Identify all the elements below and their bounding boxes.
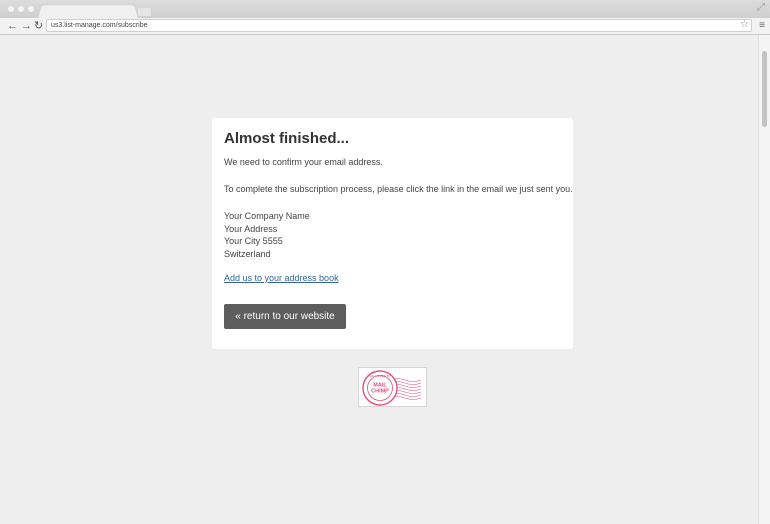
- browser-menu-icon[interactable]: ≡: [759, 20, 765, 32]
- confirm-message: We need to confirm your email address.: [224, 157, 383, 167]
- fullscreen-icon[interactable]: ⤢: [757, 3, 765, 13]
- mailchimp-stamp-icon: MAIL CHIMP DELIVERED BY: [362, 370, 422, 406]
- close-window-icon[interactable]: [8, 6, 14, 12]
- confirmation-card: Almost finished... We need to confirm yo…: [212, 118, 573, 349]
- reload-icon[interactable]: ↻: [34, 19, 43, 33]
- maximize-window-icon[interactable]: [28, 6, 34, 12]
- url-text[interactable]: us3.list-manage.com/subscribe: [51, 20, 148, 31]
- address-line: Your Address: [224, 223, 278, 234]
- company-address: Your Company Name Your Address Your City…: [224, 210, 310, 260]
- page-scrollbar[interactable]: [758, 35, 770, 524]
- return-to-website-button[interactable]: « return to our website: [224, 304, 346, 329]
- page-title: Almost finished...: [224, 130, 350, 147]
- browser-titlebar: ⤢: [0, 0, 770, 19]
- new-tab-button[interactable]: [138, 8, 151, 16]
- scrollbar-thumb[interactable]: [762, 51, 767, 127]
- browser-tab[interactable]: [38, 5, 138, 19]
- forward-arrow-icon[interactable]: →: [21, 19, 32, 33]
- address-line: Your Company Name: [224, 211, 310, 221]
- address-book-link[interactable]: Add us to your address book: [224, 272, 339, 284]
- back-arrow-icon[interactable]: ←: [7, 19, 18, 33]
- address-bar[interactable]: us3.list-manage.com/subscribe ☆: [46, 19, 752, 32]
- address-line: Your City 5555: [224, 236, 283, 246]
- minimize-window-icon[interactable]: [18, 6, 24, 12]
- bookmark-star-icon[interactable]: ☆: [740, 19, 749, 31]
- mailchimp-badge[interactable]: MAIL CHIMP DELIVERED BY: [358, 367, 427, 407]
- instructions-message: To complete the subscription process, pl…: [224, 184, 573, 194]
- address-line: Switzerland: [224, 248, 271, 259]
- browser-toolbar: ← → ↻ us3.list-manage.com/subscribe ☆ ≡: [0, 18, 770, 35]
- badge-ring-text: DELIVERED BY: [369, 374, 391, 378]
- badge-text-mail: MAIL CHIMP: [371, 383, 389, 395]
